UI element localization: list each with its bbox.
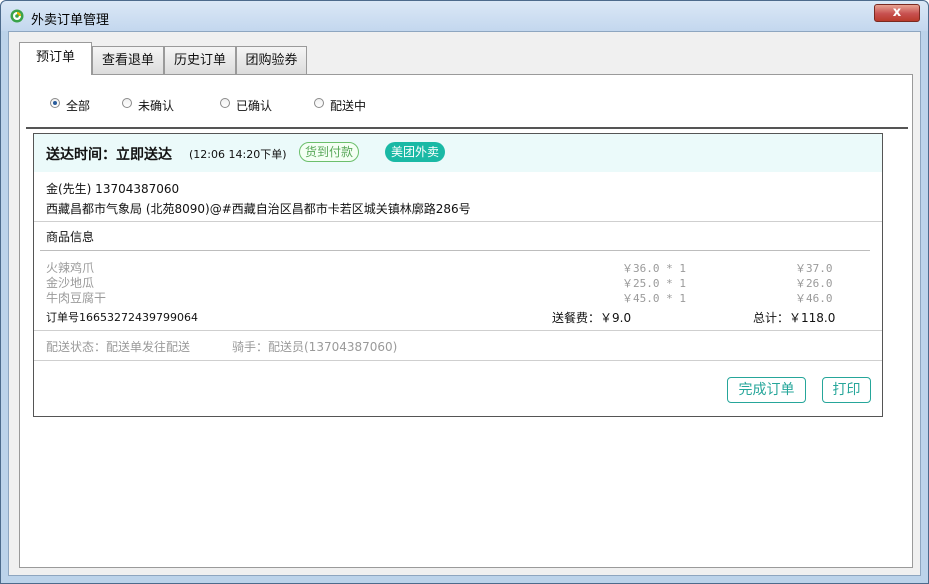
divider — [40, 250, 870, 251]
item-total: ￥46.0 — [795, 292, 833, 305]
tab-refunds[interactable]: 查看退单 — [92, 46, 164, 74]
radio-unchecked-icon — [314, 98, 324, 108]
customer-contact: 金(先生) 13704387060 — [46, 182, 180, 196]
filter-all-label: 全部 — [66, 99, 91, 113]
item-unit-price: ￥25.0 * 1 — [622, 277, 686, 290]
order-card: 送达时间：立即送达 (12:06 14:20下单) 货到付款 美团外卖 金(先生… — [33, 133, 883, 417]
radio-unchecked-icon — [122, 98, 132, 108]
app-window: 外卖订单管理 x 预订单 查看退单 历史订单 团购验券 全部 未确认 已确认 配… — [0, 0, 929, 584]
filter-unconfirmed-label: 未确认 — [138, 99, 175, 113]
item-total: ￥26.0 — [795, 277, 833, 290]
tab-group-coupons[interactable]: 团购验券 — [236, 46, 307, 74]
app-logo-icon — [10, 9, 24, 23]
delivery-fee: 送餐费：￥9.0 — [552, 311, 632, 325]
delivery-time-label: 送达时间：立即送达 — [46, 147, 172, 163]
client-area: 预订单 查看退单 历史订单 团购验券 全部 未确认 已确认 配送中 送达时间：立… — [8, 31, 921, 576]
filter-confirmed-label: 已确认 — [236, 99, 273, 113]
divider — [26, 127, 908, 129]
item-total: ￥37.0 — [795, 262, 833, 275]
divider — [34, 221, 882, 222]
delivery-status: 配送状态：配送单发往配送 — [46, 340, 191, 354]
divider — [34, 330, 882, 331]
radio-checked-icon — [50, 98, 60, 108]
order-header: 送达时间：立即送达 (12:06 14:20下单) 货到付款 美团外卖 — [34, 134, 882, 172]
filter-delivering-label: 配送中 — [330, 99, 367, 113]
complete-order-button[interactable]: 完成订单 — [727, 377, 806, 403]
divider — [34, 360, 882, 361]
order-total: 总计：￥118.0 — [753, 311, 836, 325]
goods-section-title: 商品信息 — [46, 230, 95, 244]
tab-history[interactable]: 历史订单 — [164, 46, 236, 74]
rider-info: 骑手：配送员(13704387060) — [232, 340, 398, 354]
item-unit-price: ￥36.0 * 1 — [622, 262, 686, 275]
tab-pre-orders[interactable]: 预订单 — [19, 42, 92, 75]
print-button[interactable]: 打印 — [822, 377, 871, 403]
window-title: 外卖订单管理 — [31, 13, 110, 28]
payment-badge: 货到付款 — [299, 142, 359, 162]
close-icon: x — [892, 5, 902, 20]
item-unit-price: ￥45.0 * 1 — [622, 292, 686, 305]
order-number: 订单号16653272439799064 — [46, 311, 198, 324]
close-button[interactable]: x — [874, 4, 920, 22]
order-time: (12:06 14:20下单) — [189, 148, 287, 161]
customer-address: 西藏昌都市气象局 (北苑8090)@#西藏自治区昌都市卡若区城关镇林廓路286号 — [46, 202, 471, 216]
item-name: 牛肉豆腐干 — [46, 291, 107, 305]
title-bar: 外卖订单管理 x — [1, 1, 928, 31]
radio-unchecked-icon — [220, 98, 230, 108]
pre-orders-panel: 全部 未确认 已确认 配送中 送达时间：立即送达 (12:06 14:20下单)… — [19, 74, 913, 568]
platform-badge: 美团外卖 — [385, 142, 445, 162]
